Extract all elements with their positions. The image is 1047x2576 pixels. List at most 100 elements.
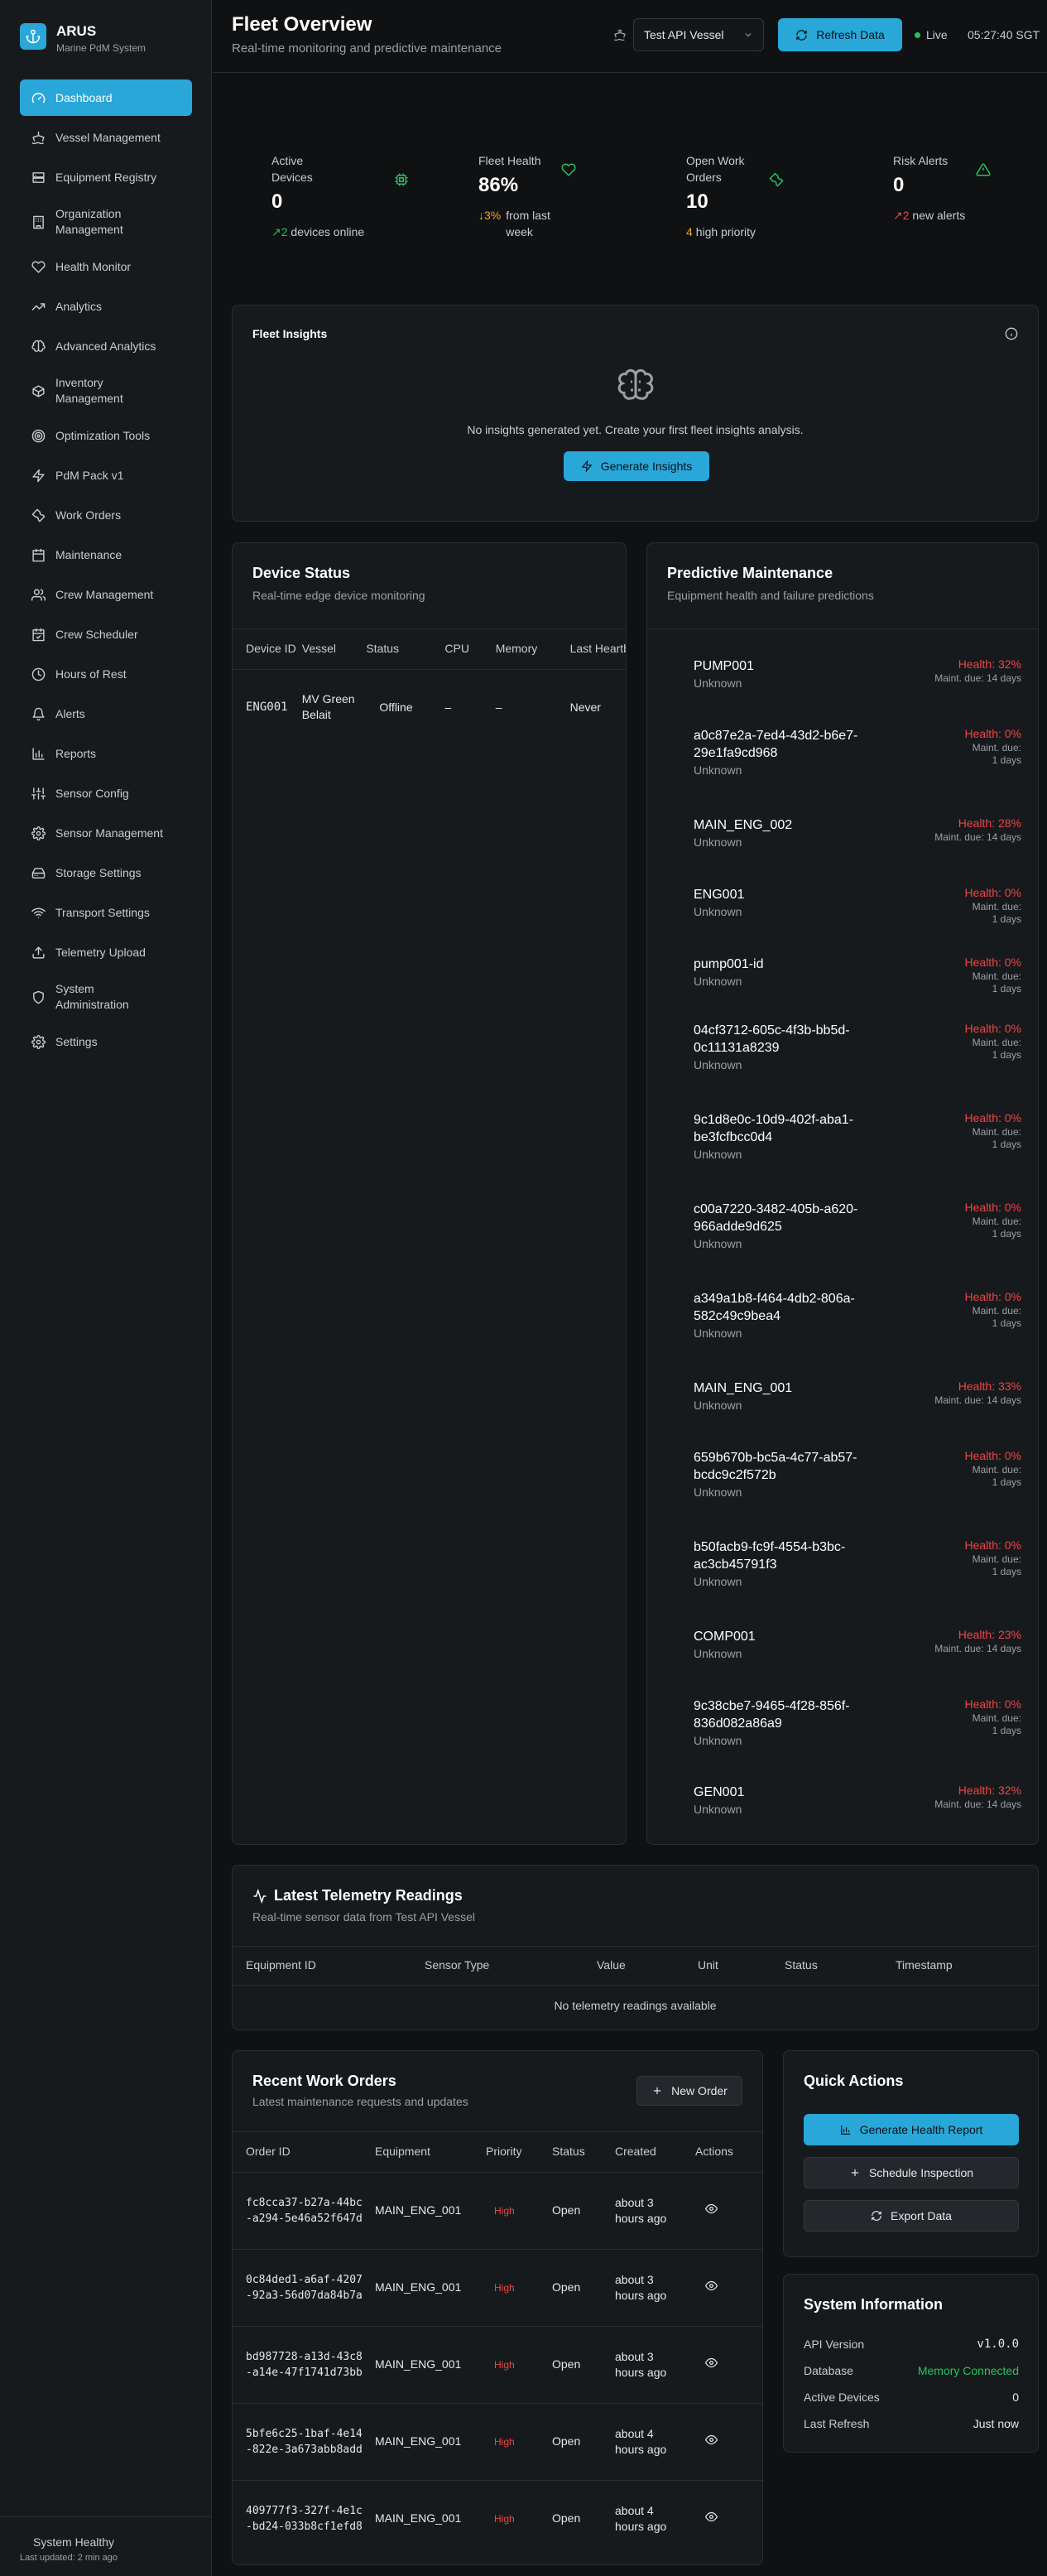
gear-icon	[31, 1034, 46, 1049]
maintenance-due: Maint. due: 1 days	[972, 1126, 1021, 1150]
order-created: about 3 hours ago	[615, 2195, 667, 2225]
stats-row: Active Devices 0 ↗2 devices online Fleet…	[232, 93, 1039, 285]
order-equipment: MAIN_ENG_001	[375, 2511, 462, 2525]
priority-badge: High	[494, 2204, 515, 2217]
table-row[interactable]: 0c84ded1-a6af-4207-92a3-56d07da84b7a MAIN…	[233, 2249, 762, 2326]
sidebar-item-label: Health Monitor	[55, 260, 132, 273]
system-info-label: Database	[804, 2364, 853, 2377]
export-data-button[interactable]: Export Data	[804, 2200, 1019, 2232]
generate-health-report-button[interactable]: Generate Health Report	[804, 2114, 1019, 2145]
sidebar-item-pdm-pack-v1[interactable]: PdM Pack v1	[20, 457, 192, 494]
insights-empty-text: No insights generated yet. Create your f…	[467, 423, 804, 436]
prediction-item[interactable]: GEN001 Unknown Health: 32% Maint. due: 14 d…	[694, 1784, 1021, 1816]
generate-insights-label: Generate Insights	[600, 460, 693, 473]
table-row[interactable]: fc8cca37-b27a-44bc-a294-5e46a52f647d MAIN…	[233, 2172, 762, 2249]
prediction-item[interactable]: pump001-id Unknown Health: 0% Maint. due: 1…	[694, 956, 1021, 994]
sidebar-item-sensor-config[interactable]: Sensor Config	[20, 775, 192, 811]
order-equipment: MAIN_ENG_001	[375, 2280, 462, 2294]
sidebar-item-storage-settings[interactable]: Storage Settings	[20, 855, 192, 891]
system-info-value: Memory Connected	[917, 2364, 1019, 2377]
prediction-item[interactable]: MAIN_ENG_002 Unknown Health: 28% Maint. due…	[694, 816, 1021, 849]
refresh-button[interactable]: Refresh Data	[778, 18, 902, 51]
anchor-icon	[20, 23, 46, 50]
sidebar-item-dashboard[interactable]: Dashboard	[20, 79, 192, 116]
sidebar-item-analytics[interactable]: Analytics	[20, 288, 192, 325]
prediction-item[interactable]: a0c87e2a-7ed4-43d2-b6e7-29e1fa9cd968 Unkn…	[694, 727, 1021, 777]
prediction-item[interactable]: b50facb9-fc9f-4554-b3bc-ac3cb45791f3 Unkn…	[694, 1538, 1021, 1588]
sidebar-item-advanced-analytics[interactable]: Advanced Analytics	[20, 328, 192, 364]
sidebar-item-system-administration[interactable]: System Administration	[20, 974, 192, 1020]
prediction-metrics: Health: 32% Maint. due: 14 days	[934, 1784, 1021, 1811]
device-memory: –	[495, 700, 502, 714]
prediction-item[interactable]: 9c1d8e0c-10d9-402f-aba1-be3fcfbcc0d4 Unkn…	[694, 1111, 1021, 1161]
sidebar-item-sensor-management[interactable]: Sensor Management	[20, 815, 192, 851]
order-id: bd987728-a13d-43c8-a14e-47f1741d73bb	[246, 2350, 363, 2379]
sidebar-item-crew-management[interactable]: Crew Management	[20, 576, 192, 613]
schedule-inspection-button[interactable]: Schedule Inspection	[804, 2157, 1019, 2188]
sidebar-item-label: System Administration	[55, 982, 129, 1011]
sidebar-item-settings[interactable]: Settings	[20, 1023, 192, 1060]
order-actions	[695, 2249, 762, 2326]
info-icon[interactable]	[1005, 327, 1018, 340]
sidebar-item-hours-of-rest[interactable]: Hours of Rest	[20, 656, 192, 692]
device-cpu: –	[444, 700, 452, 714]
sidebar-item-organization-management[interactable]: Organization Management	[20, 199, 192, 245]
card-subtitle: Latest maintenance requests and updates	[252, 2095, 468, 2108]
prediction-item[interactable]: PUMP001 Unknown Health: 32% Maint. due: 14 …	[694, 657, 1021, 690]
device-vessel: MV Green Belait	[301, 692, 355, 722]
sidebar-item-work-orders[interactable]: Work Orders	[20, 497, 192, 533]
card-title: Predictive Maintenance	[667, 565, 833, 581]
order-priority-cell: High	[486, 2172, 552, 2249]
prediction-item[interactable]: c00a7220-3482-405b-a620-966adde9d625 Unkn…	[694, 1201, 1021, 1250]
table-row[interactable]: bd987728-a13d-43c8-a14e-47f1741d73bb MAIN…	[233, 2326, 762, 2403]
sidebar-item-inventory-management[interactable]: Inventory Management	[20, 368, 192, 414]
trending-up-icon	[31, 302, 46, 311]
sidebar-item-telemetry-upload[interactable]: Telemetry Upload	[20, 934, 192, 970]
vessel-select[interactable]: Test API Vessel	[633, 18, 764, 51]
wifi-icon	[31, 908, 46, 918]
zap-icon	[32, 469, 45, 482]
sidebar-item-transport-settings[interactable]: Transport Settings	[20, 894, 192, 931]
view-order-button[interactable]	[705, 2511, 718, 2523]
order-created: about 3 hours ago	[615, 2349, 667, 2379]
zap-icon	[581, 460, 593, 472]
prediction-item[interactable]: COMP001 Unknown Health: 23% Maint. due: 14 …	[694, 1628, 1021, 1660]
health-value: Health: 32%	[958, 657, 1021, 671]
health-value: Health: 0%	[964, 1538, 1021, 1552]
prediction-item[interactable]: MAIN_ENG_001 Unknown Health: 33% Maint. due…	[694, 1379, 1021, 1412]
sidebar-item-crew-scheduler[interactable]: Crew Scheduler	[20, 616, 192, 652]
refresh-icon	[871, 2210, 882, 2222]
view-order-button[interactable]	[705, 2203, 718, 2215]
table-row[interactable]: 409777f3-327f-4e1c-bd24-033b8cf1efd8 MAIN…	[233, 2480, 762, 2557]
sidebar-item-equipment-registry[interactable]: Equipment Registry	[20, 159, 192, 195]
stat-value: 86%	[478, 174, 519, 196]
prediction-metrics: Health: 0% Maint. due: 1 days	[965, 1449, 1021, 1489]
sidebar-item-maintenance[interactable]: Maintenance	[20, 537, 192, 573]
brand[interactable]: ARUS Marine PdM System	[20, 23, 146, 54]
system-status-text: System Healthy	[33, 2535, 115, 2549]
prediction-item[interactable]: 9c38cbe7-9465-4f28-856f-836d082a86a9 Unkn…	[694, 1697, 1021, 1747]
generate-insights-button[interactable]: Generate Insights	[564, 451, 709, 481]
sidebar-item-alerts[interactable]: Alerts	[20, 696, 192, 732]
view-order-button[interactable]	[705, 2280, 718, 2292]
view-order-button[interactable]	[705, 2357, 718, 2369]
prediction-item[interactable]: 04cf3712-605c-4f3b-bb5d-0c11131a8239 Unkn…	[694, 1022, 1021, 1071]
system-info-row: API Version v1.0.0	[804, 2338, 1019, 2364]
sidebar-item-reports[interactable]: Reports	[20, 735, 192, 772]
sidebar-item-optimization-tools[interactable]: Optimization Tools	[20, 417, 192, 454]
prediction-item[interactable]: ENG001 Unknown Health: 0% Maint. due: 1 day…	[694, 886, 1021, 925]
view-order-button[interactable]	[705, 2434, 718, 2446]
prediction-item[interactable]: 659b670b-bc5a-4c77-ab57-bcdc9c2f572b Unkn…	[694, 1449, 1021, 1499]
sidebar-item-health-monitor[interactable]: Health Monitor	[20, 248, 192, 285]
equipment-name: ENG001	[694, 888, 745, 902]
new-order-button[interactable]: New Order	[636, 2076, 742, 2106]
prediction-item[interactable]: a349a1b8-f464-4db2-806a-582c49c9bea4 Unkn…	[694, 1290, 1021, 1340]
sidebar-item-vessel-management[interactable]: Vessel Management	[20, 119, 192, 156]
sidebar-item-label: Optimization Tools	[55, 429, 151, 442]
package-icon	[32, 384, 45, 397]
brain-icon	[31, 339, 46, 352]
table-row[interactable]: 5bfe6c25-1baf-4e14-822e-3a673abb8add MAIN…	[233, 2403, 762, 2480]
maintenance-due: Maint. due: 1 days	[972, 1216, 1021, 1240]
maintenance-due: Maint. due: 14 days	[934, 1798, 1021, 1810]
table-row[interactable]: ENG001 MV Green Belait Offline – – Never	[233, 669, 626, 745]
